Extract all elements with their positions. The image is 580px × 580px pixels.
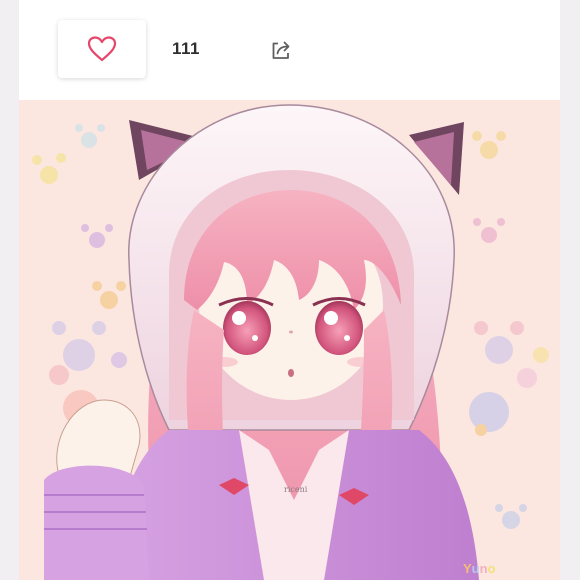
like-count: 111 [172,39,200,58]
share-arrow-icon [272,41,290,59]
caption-letter: Y [463,561,472,576]
caption-letter: u [471,561,480,576]
anime-girl-artwork [19,100,560,580]
post-action-bar: 111 [19,0,560,100]
post-card: 111 riceni Yuno [19,0,560,580]
post-artwork[interactable]: riceni Yuno [19,100,560,580]
caption-letter: n [479,561,488,576]
caption-letter: o [487,561,496,576]
share-button[interactable] [269,38,293,62]
like-button[interactable] [58,20,146,78]
heart-outline-icon [87,36,117,62]
artwork-caption: Yuno [463,561,496,576]
artwork-signature: riceni [284,485,308,494]
